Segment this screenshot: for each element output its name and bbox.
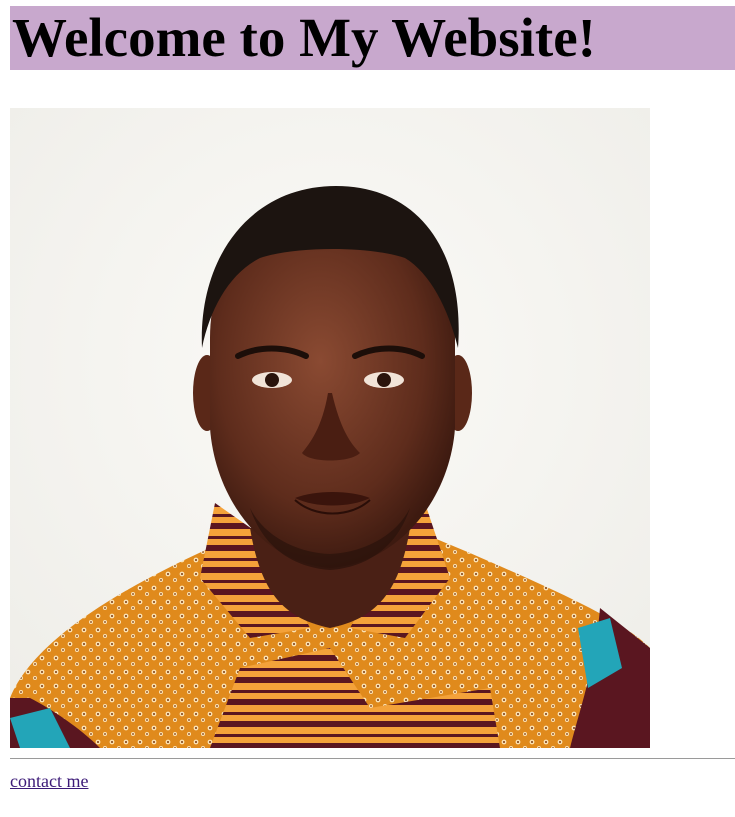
page: Welcome to My Website! contact me: [10, 6, 735, 791]
profile-photo: [10, 108, 650, 748]
page-title: Welcome to My Website!: [10, 6, 735, 70]
divider: [10, 758, 735, 759]
contact-link[interactable]: contact me: [10, 771, 88, 792]
